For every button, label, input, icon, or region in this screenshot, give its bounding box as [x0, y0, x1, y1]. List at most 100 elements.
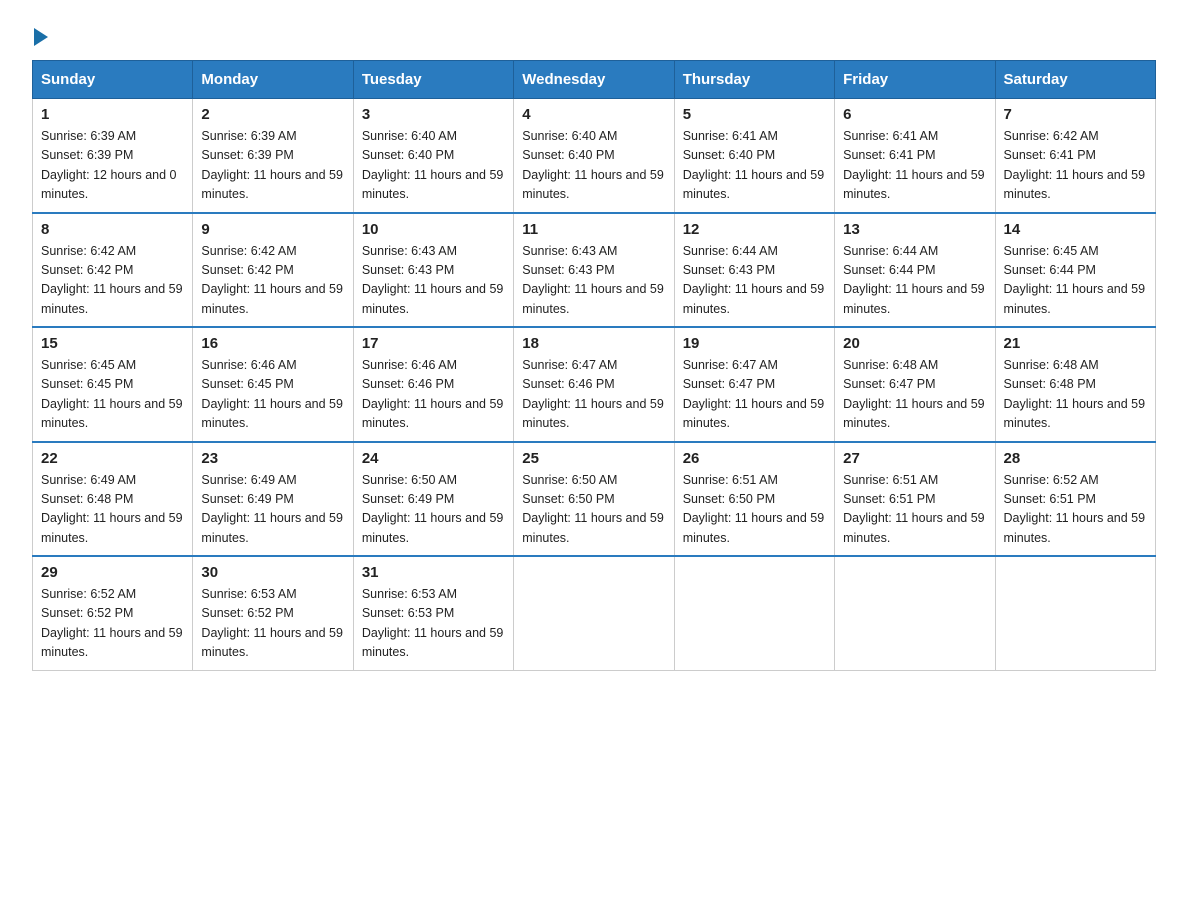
day-info: Sunrise: 6:53 AMSunset: 6:52 PMDaylight:… — [201, 587, 343, 659]
day-info: Sunrise: 6:47 AMSunset: 6:47 PMDaylight:… — [683, 358, 825, 430]
calendar-day-cell: 8 Sunrise: 6:42 AMSunset: 6:42 PMDaylight… — [33, 213, 193, 328]
day-info: Sunrise: 6:52 AMSunset: 6:52 PMDaylight:… — [41, 587, 183, 659]
day-info: Sunrise: 6:46 AMSunset: 6:46 PMDaylight:… — [362, 358, 504, 430]
day-info: Sunrise: 6:43 AMSunset: 6:43 PMDaylight:… — [522, 244, 664, 316]
calendar-day-cell: 6 Sunrise: 6:41 AMSunset: 6:41 PMDaylight… — [835, 99, 995, 213]
day-number: 27 — [843, 450, 986, 467]
day-number: 12 — [683, 221, 826, 238]
day-info: Sunrise: 6:43 AMSunset: 6:43 PMDaylight:… — [362, 244, 504, 316]
calendar-day-cell: 27Sunrise: 6:51 AMSunset: 6:51 PMDayligh… — [835, 442, 995, 557]
day-number: 29 — [41, 564, 184, 581]
calendar-header-row: SundayMondayTuesdayWednesdayThursdayFrid… — [33, 61, 1156, 99]
day-info: Sunrise: 6:50 AMSunset: 6:49 PMDaylight:… — [362, 473, 504, 545]
calendar-day-cell: 13 Sunrise: 6:44 AMSunset: 6:44 PMDayligh… — [835, 213, 995, 328]
header-saturday: Saturday — [995, 61, 1155, 99]
day-info: Sunrise: 6:42 AMSunset: 6:42 PMDaylight:… — [41, 244, 183, 316]
calendar-day-cell: 12 Sunrise: 6:44 AMSunset: 6:43 PMDayligh… — [674, 213, 834, 328]
calendar-day-cell: 3Sunrise: 6:40 AMSunset: 6:40 PMDaylight… — [353, 99, 513, 213]
day-number: 20 — [843, 335, 986, 352]
day-number: 14 — [1004, 221, 1147, 238]
day-info: Sunrise: 6:45 AMSunset: 6:45 PMDaylight:… — [41, 358, 183, 430]
calendar-day-cell: 15Sunrise: 6:45 AMSunset: 6:45 PMDayligh… — [33, 327, 193, 442]
day-info: Sunrise: 6:40 AMSunset: 6:40 PMDaylight:… — [522, 129, 664, 201]
calendar-day-cell — [674, 556, 834, 670]
calendar-day-cell: 29 Sunrise: 6:52 AMSunset: 6:52 PMDayligh… — [33, 556, 193, 670]
day-number: 5 — [683, 106, 826, 123]
calendar-day-cell: 24 Sunrise: 6:50 AMSunset: 6:49 PMDayligh… — [353, 442, 513, 557]
day-number: 21 — [1004, 335, 1147, 352]
day-number: 1 — [41, 106, 184, 123]
page-header — [32, 24, 1156, 42]
day-info: Sunrise: 6:53 AMSunset: 6:53 PMDaylight:… — [362, 587, 504, 659]
calendar-week-row: 8 Sunrise: 6:42 AMSunset: 6:42 PMDaylight… — [33, 213, 1156, 328]
header-monday: Monday — [193, 61, 353, 99]
calendar-day-cell — [995, 556, 1155, 670]
calendar-day-cell: 20 Sunrise: 6:48 AMSunset: 6:47 PMDayligh… — [835, 327, 995, 442]
calendar-day-cell: 1 Sunrise: 6:39 AMSunset: 6:39 PMDaylight… — [33, 99, 193, 213]
calendar-day-cell: 19Sunrise: 6:47 AMSunset: 6:47 PMDayligh… — [674, 327, 834, 442]
header-thursday: Thursday — [674, 61, 834, 99]
calendar-day-cell: 26Sunrise: 6:51 AMSunset: 6:50 PMDayligh… — [674, 442, 834, 557]
calendar-day-cell: 7 Sunrise: 6:42 AMSunset: 6:41 PMDaylight… — [995, 99, 1155, 213]
day-number: 6 — [843, 106, 986, 123]
day-number: 31 — [362, 564, 505, 581]
calendar-day-cell: 14Sunrise: 6:45 AMSunset: 6:44 PMDayligh… — [995, 213, 1155, 328]
day-number: 26 — [683, 450, 826, 467]
day-info: Sunrise: 6:49 AMSunset: 6:49 PMDaylight:… — [201, 473, 343, 545]
calendar-day-cell: 5 Sunrise: 6:41 AMSunset: 6:40 PMDaylight… — [674, 99, 834, 213]
calendar-day-cell: 11 Sunrise: 6:43 AMSunset: 6:43 PMDayligh… — [514, 213, 674, 328]
header-friday: Friday — [835, 61, 995, 99]
day-info: Sunrise: 6:42 AMSunset: 6:42 PMDaylight:… — [201, 244, 343, 316]
day-info: Sunrise: 6:41 AMSunset: 6:40 PMDaylight:… — [683, 129, 825, 201]
day-number: 2 — [201, 106, 344, 123]
calendar-table: SundayMondayTuesdayWednesdayThursdayFrid… — [32, 60, 1156, 671]
calendar-week-row: 29 Sunrise: 6:52 AMSunset: 6:52 PMDayligh… — [33, 556, 1156, 670]
day-number: 3 — [362, 106, 505, 123]
day-info: Sunrise: 6:48 AMSunset: 6:47 PMDaylight:… — [843, 358, 985, 430]
day-info: Sunrise: 6:44 AMSunset: 6:44 PMDaylight:… — [843, 244, 985, 316]
day-info: Sunrise: 6:48 AMSunset: 6:48 PMDaylight:… — [1004, 358, 1146, 430]
calendar-day-cell: 16Sunrise: 6:46 AMSunset: 6:45 PMDayligh… — [193, 327, 353, 442]
calendar-day-cell: 22 Sunrise: 6:49 AMSunset: 6:48 PMDayligh… — [33, 442, 193, 557]
calendar-week-row: 1 Sunrise: 6:39 AMSunset: 6:39 PMDaylight… — [33, 99, 1156, 213]
day-info: Sunrise: 6:39 AMSunset: 6:39 PMDaylight:… — [201, 129, 343, 201]
day-number: 9 — [201, 221, 344, 238]
day-info: Sunrise: 6:50 AMSunset: 6:50 PMDaylight:… — [522, 473, 664, 545]
day-info: Sunrise: 6:49 AMSunset: 6:48 PMDaylight:… — [41, 473, 183, 545]
calendar-day-cell: 30Sunrise: 6:53 AMSunset: 6:52 PMDayligh… — [193, 556, 353, 670]
logo-triangle-icon — [34, 28, 48, 46]
calendar-week-row: 22 Sunrise: 6:49 AMSunset: 6:48 PMDayligh… — [33, 442, 1156, 557]
day-number: 18 — [522, 335, 665, 352]
day-number: 22 — [41, 450, 184, 467]
logo — [32, 24, 48, 42]
day-number: 11 — [522, 221, 665, 238]
calendar-day-cell: 23 Sunrise: 6:49 AMSunset: 6:49 PMDayligh… — [193, 442, 353, 557]
day-number: 10 — [362, 221, 505, 238]
calendar-day-cell: 10 Sunrise: 6:43 AMSunset: 6:43 PMDayligh… — [353, 213, 513, 328]
day-info: Sunrise: 6:46 AMSunset: 6:45 PMDaylight:… — [201, 358, 343, 430]
calendar-day-cell: 18Sunrise: 6:47 AMSunset: 6:46 PMDayligh… — [514, 327, 674, 442]
day-info: Sunrise: 6:41 AMSunset: 6:41 PMDaylight:… — [843, 129, 985, 201]
calendar-day-cell: 2 Sunrise: 6:39 AMSunset: 6:39 PMDaylight… — [193, 99, 353, 213]
calendar-day-cell: 9 Sunrise: 6:42 AMSunset: 6:42 PMDaylight… — [193, 213, 353, 328]
day-number: 7 — [1004, 106, 1147, 123]
day-number: 17 — [362, 335, 505, 352]
day-number: 25 — [522, 450, 665, 467]
calendar-week-row: 15Sunrise: 6:45 AMSunset: 6:45 PMDayligh… — [33, 327, 1156, 442]
calendar-day-cell — [514, 556, 674, 670]
day-number: 23 — [201, 450, 344, 467]
day-info: Sunrise: 6:39 AMSunset: 6:39 PMDaylight:… — [41, 129, 177, 201]
header-tuesday: Tuesday — [353, 61, 513, 99]
calendar-day-cell — [835, 556, 995, 670]
day-number: 8 — [41, 221, 184, 238]
day-number: 24 — [362, 450, 505, 467]
calendar-day-cell: 25 Sunrise: 6:50 AMSunset: 6:50 PMDayligh… — [514, 442, 674, 557]
day-info: Sunrise: 6:42 AMSunset: 6:41 PMDaylight:… — [1004, 129, 1146, 201]
calendar-day-cell: 21 Sunrise: 6:48 AMSunset: 6:48 PMDayligh… — [995, 327, 1155, 442]
day-number: 4 — [522, 106, 665, 123]
header-wednesday: Wednesday — [514, 61, 674, 99]
calendar-day-cell: 28Sunrise: 6:52 AMSunset: 6:51 PMDayligh… — [995, 442, 1155, 557]
day-number: 13 — [843, 221, 986, 238]
day-info: Sunrise: 6:44 AMSunset: 6:43 PMDaylight:… — [683, 244, 825, 316]
calendar-day-cell: 4 Sunrise: 6:40 AMSunset: 6:40 PMDaylight… — [514, 99, 674, 213]
